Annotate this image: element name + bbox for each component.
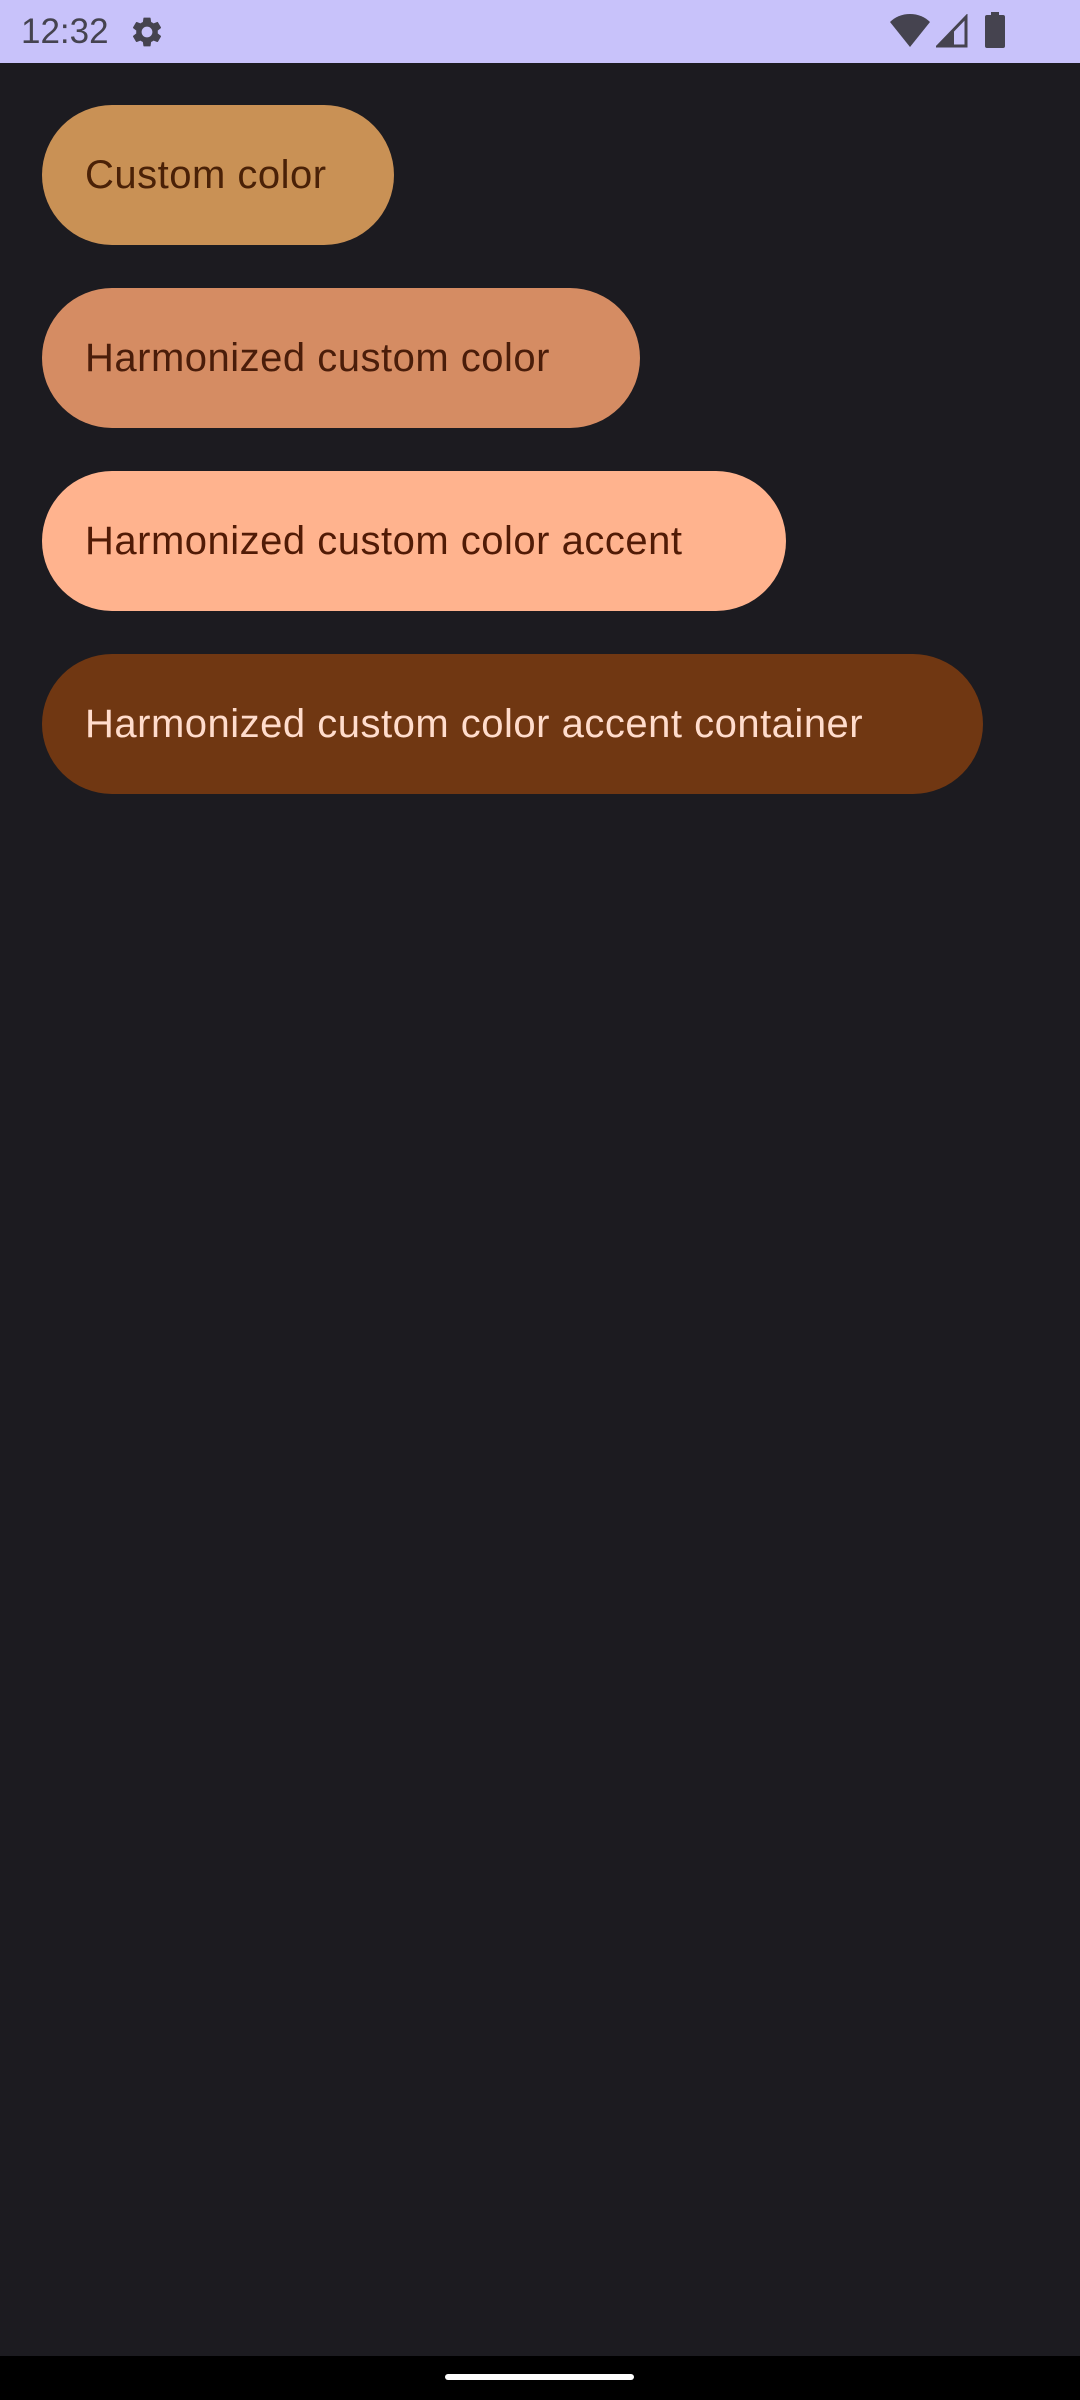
battery-icon xyxy=(985,12,1005,48)
home-gesture-handle[interactable] xyxy=(445,2374,634,2380)
wifi-icon xyxy=(890,14,930,47)
harmonized-accent-button[interactable]: Harmonized custom color accent xyxy=(42,471,786,611)
custom-color-button[interactable]: Custom color xyxy=(42,105,394,245)
navigation-bar xyxy=(0,2356,1080,2400)
harmonized-accent-container-button[interactable]: Harmonized custom color accent container xyxy=(42,654,983,794)
harmonized-custom-color-button[interactable]: Harmonized custom color xyxy=(42,288,640,428)
button-list: Custom color Harmonized custom color Har… xyxy=(0,63,1080,2356)
gear-icon xyxy=(132,17,162,47)
status-time: 12:32 xyxy=(21,12,109,51)
status-bar: 12:32 xyxy=(0,0,1080,63)
cell-signal-icon xyxy=(936,14,968,48)
